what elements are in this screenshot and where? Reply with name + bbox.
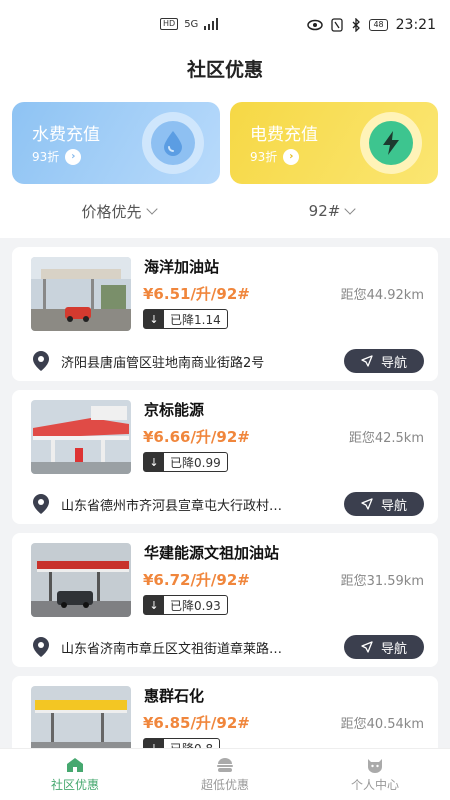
water-recharge-card[interactable]: 水费充值 93折 › xyxy=(12,102,220,184)
arrow-down-icon: ↓ xyxy=(144,310,164,328)
location-pin-icon xyxy=(33,351,49,371)
price-drop-badge: ↓ 已降0.93 xyxy=(143,595,228,615)
header: 社区优惠 xyxy=(0,50,450,90)
signal-icon xyxy=(204,18,219,30)
station-card[interactable]: 海洋加油站 ¥6.51/升/92# 距您44.92km ↓ 已降1.14 济阳县… xyxy=(12,247,438,381)
bluetooth-icon xyxy=(352,18,361,32)
navigation-arrow-icon xyxy=(361,498,373,510)
station-photo xyxy=(31,257,131,331)
station-address: 山东省德州市齐河县宣章屯大行政村… xyxy=(61,498,283,514)
station-photo xyxy=(31,400,131,474)
station-name: 京标能源 xyxy=(144,401,205,419)
cat-face-icon xyxy=(368,758,382,773)
bottom-tab-bar: 社区优惠 超低优惠 个人中心 xyxy=(0,748,450,800)
top-area: 水费充值 93折 › 电费充值 93折 › 价格优先 92# xyxy=(0,90,450,238)
tab-super-low-deals[interactable]: 超低优惠 xyxy=(150,749,300,800)
lightning-icon xyxy=(383,131,399,155)
navigate-button[interactable]: 导航 xyxy=(344,349,424,373)
fuel-filter-label: 92# xyxy=(308,202,341,220)
eye-icon xyxy=(307,19,324,31)
station-name: 海洋加油站 xyxy=(144,258,220,276)
electricity-discount: 93折 xyxy=(250,150,278,164)
station-distance: 距您42.5km xyxy=(348,431,424,446)
navigate-button[interactable]: 导航 xyxy=(344,635,424,659)
arrow-down-icon: ↓ xyxy=(144,596,164,614)
tab-community-deals[interactable]: 社区优惠 xyxy=(0,749,150,800)
station-address: 山东省济南市章丘区文祖街道章莱路… xyxy=(61,641,283,657)
station-name: 惠群石化 xyxy=(144,687,205,705)
station-price: ¥6.51/升/92# xyxy=(143,285,250,303)
chevron-right-icon: › xyxy=(283,148,300,165)
hd-badge: HD xyxy=(160,18,179,30)
station-distance: 距您44.92km xyxy=(340,288,424,303)
arrow-down-icon: ↓ xyxy=(144,453,164,471)
navigation-arrow-icon xyxy=(361,641,373,653)
station-name: 华建能源文祖加油站 xyxy=(144,544,280,562)
location-pin-icon xyxy=(33,637,49,657)
station-distance: 距您40.54km xyxy=(340,717,424,732)
water-drop-icon xyxy=(164,131,182,156)
clock: 23:21 xyxy=(395,17,436,33)
chevron-down-icon xyxy=(145,203,158,215)
battery-icon: 48 xyxy=(369,19,388,31)
price-drop-badge: ↓ 已降1.14 xyxy=(143,309,228,329)
chevron-right-icon: › xyxy=(65,148,82,165)
network-label: 5G xyxy=(184,18,199,30)
electricity-recharge-title: 电费充值 xyxy=(250,125,318,145)
station-address: 济阳县唐庙管区驻地南商业街路2号 xyxy=(61,355,265,371)
electricity-recharge-card[interactable]: 电费充值 93折 › xyxy=(230,102,438,184)
burger-icon xyxy=(217,757,233,772)
water-discount: 93折 xyxy=(32,150,60,164)
water-recharge-title: 水费充值 xyxy=(32,125,100,145)
sort-filter-label: 价格优先 xyxy=(81,202,142,221)
station-card[interactable]: 京标能源 ¥6.66/升/92# 距您42.5km ↓ 已降0.99 山东省德州… xyxy=(12,390,438,524)
navigation-arrow-icon xyxy=(361,355,373,367)
chevron-down-icon xyxy=(344,203,356,215)
station-price: ¥6.72/升/92# xyxy=(143,571,250,589)
station-distance: 距您31.59km xyxy=(340,574,424,589)
filter-bar: 价格优先 92# xyxy=(12,184,438,238)
address-row: 山东省德州市齐河县宣章屯大行政村… 导航 xyxy=(31,492,424,516)
status-bar: HD 5G 48 23:21 xyxy=(0,0,450,50)
station-card[interactable]: 华建能源文祖加油站 ¥6.72/升/92# 距您31.59km ↓ 已降0.93… xyxy=(12,533,438,667)
navigate-button[interactable]: 导航 xyxy=(344,492,424,516)
price-drop-badge: ↓ 已降0.99 xyxy=(143,452,228,472)
page-title: 社区优惠 xyxy=(186,59,263,81)
home-icon xyxy=(67,757,83,772)
station-price: ¥6.85/升/92# xyxy=(143,714,250,732)
nfc-icon xyxy=(331,18,344,32)
station-price: ¥6.66/升/92# xyxy=(143,428,250,446)
fuel-filter[interactable]: 92# xyxy=(225,202,438,220)
sort-filter[interactable]: 价格优先 xyxy=(12,201,225,222)
station-list: 海洋加油站 ¥6.51/升/92# 距您44.92km ↓ 已降1.14 济阳县… xyxy=(0,247,450,800)
recharge-cards: 水费充值 93折 › 电费充值 93折 › xyxy=(12,102,438,184)
tab-personal-center[interactable]: 个人中心 xyxy=(300,749,450,800)
address-row: 济阳县唐庙管区驻地南商业街路2号 导航 xyxy=(31,349,424,373)
location-pin-icon xyxy=(33,494,49,514)
station-photo xyxy=(31,543,131,617)
address-row: 山东省济南市章丘区文祖街道章莱路… 导航 xyxy=(31,635,424,659)
